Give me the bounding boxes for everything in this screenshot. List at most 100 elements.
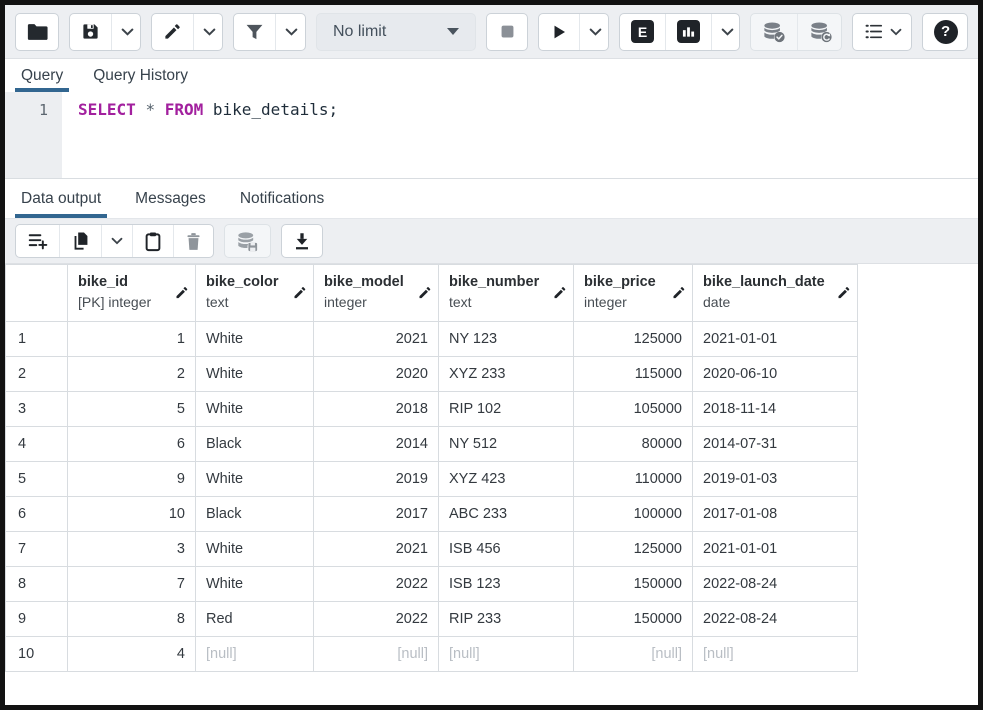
table-cell[interactable]: White bbox=[196, 532, 314, 567]
table-cell[interactable]: 2022 bbox=[314, 602, 439, 637]
table-cell[interactable]: 2017 bbox=[314, 497, 439, 532]
sql-code-area[interactable]: SELECT * FROM bike_details; bbox=[62, 92, 978, 178]
table-cell[interactable]: 125000 bbox=[574, 532, 693, 567]
column-header-bike_model[interactable]: bike_modelinteger bbox=[314, 265, 439, 322]
table-cell[interactable]: 2018-11-14 bbox=[693, 392, 858, 427]
table-cell[interactable]: White bbox=[196, 567, 314, 602]
table-cell[interactable]: 110000 bbox=[574, 462, 693, 497]
edit-query-button[interactable] bbox=[152, 14, 194, 50]
table-cell[interactable]: 2 bbox=[68, 357, 196, 392]
edit-options-button[interactable] bbox=[194, 14, 223, 50]
table-cell[interactable]: NY 512 bbox=[439, 427, 574, 462]
stop-button[interactable] bbox=[487, 14, 528, 50]
table-cell[interactable]: 2021 bbox=[314, 322, 439, 357]
table-cell[interactable]: 2020 bbox=[314, 357, 439, 392]
copy-button[interactable] bbox=[60, 225, 102, 257]
table-cell[interactable]: 2021 bbox=[314, 532, 439, 567]
table-cell[interactable]: 105000 bbox=[574, 392, 693, 427]
save-data-changes-button[interactable] bbox=[225, 225, 270, 257]
row-number[interactable]: 10 bbox=[6, 637, 68, 672]
paste-button[interactable] bbox=[133, 225, 174, 257]
delete-row-button[interactable] bbox=[174, 225, 213, 257]
table-cell[interactable]: 115000 bbox=[574, 357, 693, 392]
row-number[interactable]: 4 bbox=[6, 427, 68, 462]
column-header-bike_color[interactable]: bike_colortext bbox=[196, 265, 314, 322]
execute-options-button[interactable] bbox=[580, 14, 610, 50]
table-cell[interactable]: 2022-08-24 bbox=[693, 602, 858, 637]
table-cell[interactable]: 150000 bbox=[574, 567, 693, 602]
row-limit-select[interactable]: No limit bbox=[316, 13, 476, 51]
column-header-bike_launch_date[interactable]: bike_launch_datedate bbox=[693, 265, 858, 322]
row-number[interactable]: 6 bbox=[6, 497, 68, 532]
table-cell[interactable]: 5 bbox=[68, 392, 196, 427]
table-cell[interactable]: 7 bbox=[68, 567, 196, 602]
table-cell[interactable]: Black bbox=[196, 427, 314, 462]
row-number[interactable]: 1 bbox=[6, 322, 68, 357]
table-cell[interactable]: 10 bbox=[68, 497, 196, 532]
table-cell[interactable]: 150000 bbox=[574, 602, 693, 637]
tab-query[interactable]: Query bbox=[19, 59, 65, 92]
table-cell[interactable]: White bbox=[196, 392, 314, 427]
table-cell[interactable]: 2021-01-01 bbox=[693, 532, 858, 567]
table-cell[interactable]: 2014-07-31 bbox=[693, 427, 858, 462]
table-cell[interactable]: 2021-01-01 bbox=[693, 322, 858, 357]
table-cell[interactable]: 2019 bbox=[314, 462, 439, 497]
row-number[interactable]: 8 bbox=[6, 567, 68, 602]
save-options-button[interactable] bbox=[112, 14, 141, 50]
table-cell[interactable]: [null] bbox=[314, 637, 439, 672]
column-header-bike_id[interactable]: bike_id[PK] integer bbox=[68, 265, 196, 322]
table-cell[interactable]: XYZ 233 bbox=[439, 357, 574, 392]
table-cell[interactable]: ABC 233 bbox=[439, 497, 574, 532]
row-number[interactable]: 2 bbox=[6, 357, 68, 392]
table-cell[interactable]: ISB 456 bbox=[439, 532, 574, 567]
table-cell[interactable]: NY 123 bbox=[439, 322, 574, 357]
column-header-bike_number[interactable]: bike_numbertext bbox=[439, 265, 574, 322]
table-cell[interactable]: 2014 bbox=[314, 427, 439, 462]
table-cell[interactable]: 80000 bbox=[574, 427, 693, 462]
table-cell[interactable]: 2019-01-03 bbox=[693, 462, 858, 497]
table-cell[interactable]: [null] bbox=[196, 637, 314, 672]
add-row-button[interactable] bbox=[16, 225, 60, 257]
table-cell[interactable]: XYZ 423 bbox=[439, 462, 574, 497]
table-cell[interactable]: 1 bbox=[68, 322, 196, 357]
filter-options-button[interactable] bbox=[276, 14, 305, 50]
table-cell[interactable]: White bbox=[196, 357, 314, 392]
table-cell[interactable]: ISB 123 bbox=[439, 567, 574, 602]
macros-button[interactable] bbox=[853, 14, 912, 50]
table-cell[interactable]: 4 bbox=[68, 637, 196, 672]
column-header-bike_price[interactable]: bike_priceinteger bbox=[574, 265, 693, 322]
table-cell[interactable]: 2020-06-10 bbox=[693, 357, 858, 392]
table-cell[interactable]: [null] bbox=[693, 637, 858, 672]
execute-button[interactable] bbox=[539, 14, 580, 50]
row-number[interactable]: 7 bbox=[6, 532, 68, 567]
table-cell[interactable]: White bbox=[196, 322, 314, 357]
filter-button[interactable] bbox=[234, 14, 276, 50]
table-cell[interactable]: Black bbox=[196, 497, 314, 532]
table-cell[interactable]: 2022-08-24 bbox=[693, 567, 858, 602]
table-cell[interactable]: White bbox=[196, 462, 314, 497]
row-number-header[interactable] bbox=[6, 265, 68, 322]
explain-options-button[interactable] bbox=[712, 14, 740, 50]
row-number[interactable]: 9 bbox=[6, 602, 68, 637]
table-cell[interactable]: 2017-01-08 bbox=[693, 497, 858, 532]
help-button[interactable]: ? bbox=[923, 14, 968, 50]
explain-analyze-button[interactable] bbox=[666, 14, 712, 50]
save-file-button[interactable] bbox=[70, 14, 112, 50]
table-cell[interactable]: 125000 bbox=[574, 322, 693, 357]
tab-notifications[interactable]: Notifications bbox=[238, 179, 326, 218]
table-cell[interactable]: [null] bbox=[439, 637, 574, 672]
table-cell[interactable]: 2022 bbox=[314, 567, 439, 602]
tab-data-output[interactable]: Data output bbox=[19, 179, 103, 218]
table-cell[interactable]: 2018 bbox=[314, 392, 439, 427]
table-cell[interactable]: 9 bbox=[68, 462, 196, 497]
tab-messages[interactable]: Messages bbox=[133, 179, 208, 218]
table-cell[interactable]: RIP 233 bbox=[439, 602, 574, 637]
table-cell[interactable]: RIP 102 bbox=[439, 392, 574, 427]
table-cell[interactable]: 100000 bbox=[574, 497, 693, 532]
commit-button[interactable] bbox=[751, 14, 798, 50]
explain-button[interactable]: E bbox=[620, 14, 666, 50]
tab-query-history[interactable]: Query History bbox=[91, 59, 190, 92]
table-cell[interactable]: [null] bbox=[574, 637, 693, 672]
copy-options-button[interactable] bbox=[102, 225, 133, 257]
row-number[interactable]: 5 bbox=[6, 462, 68, 497]
